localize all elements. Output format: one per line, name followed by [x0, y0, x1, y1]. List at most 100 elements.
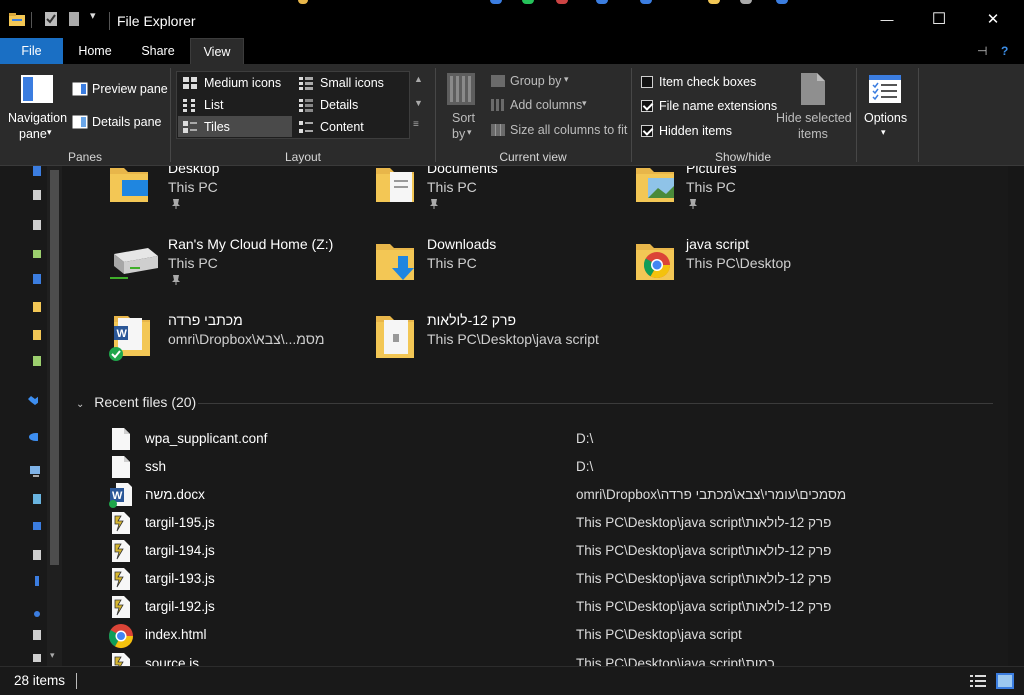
layout-medium-icons[interactable]: Medium icons: [178, 72, 292, 93]
table-row[interactable]: index.html This PC\Desktop\java script: [64, 621, 1008, 649]
properties-icon[interactable]: [44, 11, 58, 27]
documents-nav-icon[interactable]: [33, 190, 43, 202]
folder-nav-icon[interactable]: [33, 330, 43, 342]
item-check-boxes-label: Item check boxes: [659, 75, 757, 89]
chrome-folder-icon: [636, 244, 674, 280]
pictures-nav-icon[interactable]: [33, 220, 43, 232]
hide-selected-label-2: items: [798, 127, 828, 141]
customize-quick-access-icon[interactable]: ▾: [90, 9, 96, 22]
navigation-pane-label-2: pane: [19, 127, 47, 141]
recent-files-header[interactable]: ⌄ Recent files (20): [76, 394, 196, 410]
table-row[interactable]: targil-194.js This PC\Desktop\java scrip…: [64, 537, 1008, 565]
gallery-down-icon[interactable]: ▼: [414, 98, 423, 108]
quick-access-name: Ran's My Cloud Home (Z:): [168, 236, 334, 252]
downloads-nav-icon[interactable]: [33, 576, 43, 588]
size-all-columns-button[interactable]: Size all columns to fit: [510, 123, 627, 137]
table-row[interactable]: W משה.docx omri\Dropbox\מסמכים\עומרי\צבא…: [64, 481, 1008, 509]
new-folder-icon[interactable]: [68, 11, 80, 27]
js-icon: [112, 596, 130, 618]
quick-access-location: This PC: [168, 255, 218, 271]
table-row[interactable]: source.js This PC\Desktop\java script\כמ…: [64, 650, 1008, 666]
group-label-current-view: Current view: [499, 150, 567, 164]
file-name: targil-193.js: [145, 571, 215, 586]
gallery-up-icon[interactable]: ▲: [414, 74, 423, 84]
layout-content[interactable]: Content: [294, 116, 408, 137]
chevron-down-icon: ▾: [881, 127, 886, 137]
navigation-scrollbar-thumb[interactable]: [50, 170, 59, 565]
desktop-nav-icon[interactable]: [33, 166, 43, 178]
layout-details[interactable]: Details: [294, 94, 408, 115]
details-icon: [298, 98, 314, 112]
js-icon: [112, 568, 130, 590]
drive-nav-icon[interactable]: [33, 250, 43, 262]
word-icon: W: [109, 483, 132, 508]
videos-nav-icon[interactable]: [33, 654, 43, 666]
table-row[interactable]: targil-195.js This PC\Desktop\java scrip…: [64, 509, 1008, 537]
file-path: This PC\Desktop\java script\פרק 12-לולאו…: [576, 515, 832, 530]
details-pane-icon: [72, 115, 88, 129]
quick-access-location: This PC: [168, 179, 218, 195]
table-row[interactable]: wpa_supplicant.conf D:\: [64, 425, 1008, 453]
network-drive-icon: [110, 248, 158, 279]
documents-nav-icon[interactable]: [33, 550, 43, 562]
tab-home[interactable]: Home: [66, 38, 124, 64]
hidden-items-checkbox[interactable]: [641, 125, 653, 137]
onedrive-icon[interactable]: [28, 430, 38, 442]
file-explorer-icon: [9, 13, 25, 26]
hide-selected-items-button[interactable]: Hide selected: [776, 111, 852, 125]
quick-access-location: This PC\Desktop: [686, 255, 792, 271]
layout-small-icons[interactable]: Small icons: [294, 72, 408, 93]
tab-file[interactable]: File: [0, 38, 63, 64]
quick-access-name: Pictures: [686, 166, 737, 176]
this-pc-icon[interactable]: [30, 466, 40, 478]
desktop-folder-icon: [110, 168, 148, 202]
content-area: Desktop This PC Documents This PC Pictur…: [64, 166, 1008, 666]
desktop-nav-icon[interactable]: [33, 522, 43, 534]
downloads-nav-icon[interactable]: [33, 274, 43, 286]
minimize-button[interactable]: —: [864, 0, 910, 38]
word-folder-nav-icon[interactable]: [33, 356, 43, 368]
navigation-pane-button[interactable]: Navigation: [8, 111, 67, 125]
group-by-button[interactable]: Group by: [510, 74, 561, 88]
3d-objects-nav-icon[interactable]: [33, 494, 43, 506]
sort-by-button[interactable]: Sort: [452, 111, 475, 125]
details-view-icon[interactable]: [969, 673, 987, 689]
table-row[interactable]: targil-192.js This PC\Desktop\java scrip…: [64, 593, 1008, 621]
options-button[interactable]: Options: [864, 111, 907, 125]
dropbox-icon[interactable]: [28, 394, 38, 406]
file-name-extensions-checkbox[interactable]: [641, 100, 653, 112]
layout-tiles[interactable]: Tiles: [178, 116, 292, 137]
large-icons-view-icon[interactable]: [995, 672, 1015, 690]
maximize-button[interactable]: ☐: [916, 0, 962, 38]
file-path: D:\: [576, 431, 594, 446]
table-row[interactable]: targil-193.js This PC\Desktop\java scrip…: [64, 565, 1008, 593]
layout-list[interactable]: List: [178, 94, 292, 115]
chevron-down-icon: ▾: [47, 127, 52, 137]
chevron-down-icon: ▾: [582, 98, 587, 108]
scroll-down-icon[interactable]: ▾: [50, 650, 55, 661]
layout-tiles-label: Tiles: [204, 119, 230, 134]
item-check-boxes-checkbox[interactable]: [641, 76, 653, 88]
quick-access-name: Downloads: [427, 236, 497, 252]
medium-icons-icon: [182, 76, 198, 90]
pictures-nav-icon[interactable]: [33, 630, 43, 642]
preview-pane-button[interactable]: Preview pane: [92, 82, 168, 96]
file-name: index.html: [145, 627, 207, 642]
tab-share[interactable]: Share: [128, 38, 188, 64]
file-path: D:\: [576, 459, 594, 474]
pin-ribbon-icon[interactable]: ⊣: [977, 44, 987, 58]
add-columns-button[interactable]: Add columns: [510, 98, 582, 112]
details-pane-button[interactable]: Details pane: [92, 115, 162, 129]
table-row[interactable]: ssh D:\: [64, 453, 1008, 481]
tab-view[interactable]: View: [190, 38, 244, 64]
file-name: targil-195.js: [145, 515, 215, 530]
music-nav-icon[interactable]: [33, 606, 43, 618]
js-icon: [112, 512, 130, 534]
close-button[interactable]: ✕: [970, 0, 1016, 38]
gallery-more-icon[interactable]: ≡: [413, 119, 419, 130]
help-icon[interactable]: ?: [1001, 44, 1008, 58]
folder-nav-icon[interactable]: [33, 302, 43, 314]
hidden-items-label: Hidden items: [659, 124, 732, 138]
content-scrollbar[interactable]: [1008, 166, 1024, 666]
quick-access-location: This PC: [427, 179, 477, 195]
